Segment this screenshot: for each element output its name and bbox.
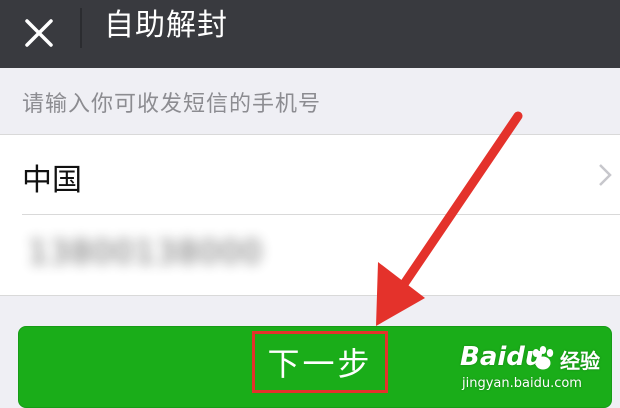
phone-field[interactable]: 13800138000: [0, 215, 620, 295]
title-bar: 自助解封: [0, 0, 620, 68]
next-button-label: 下一步: [267, 345, 373, 383]
country-label: 中国: [22, 163, 82, 198]
baidu-watermark: Baidu 经验 jingyan.baidu.com: [456, 342, 616, 400]
watermark-cn: 经验: [560, 349, 600, 373]
phone-form: 中国 13800138000: [0, 134, 620, 296]
paw-icon: [532, 346, 554, 370]
close-icon: [25, 19, 53, 47]
highlight-box: 下一步: [252, 331, 388, 393]
close-button[interactable]: [12, 6, 66, 60]
country-selector[interactable]: 中国: [0, 135, 620, 213]
phone-hint: 请输入你可收发短信的手机号: [22, 92, 322, 117]
page-title: 自助解封: [104, 8, 228, 43]
phone-number-blurred: 13800138000: [28, 233, 263, 271]
chevron-right-icon: [599, 164, 612, 186]
watermark-url: jingyan.baidu.com: [462, 376, 582, 391]
header-divider: [80, 8, 82, 48]
